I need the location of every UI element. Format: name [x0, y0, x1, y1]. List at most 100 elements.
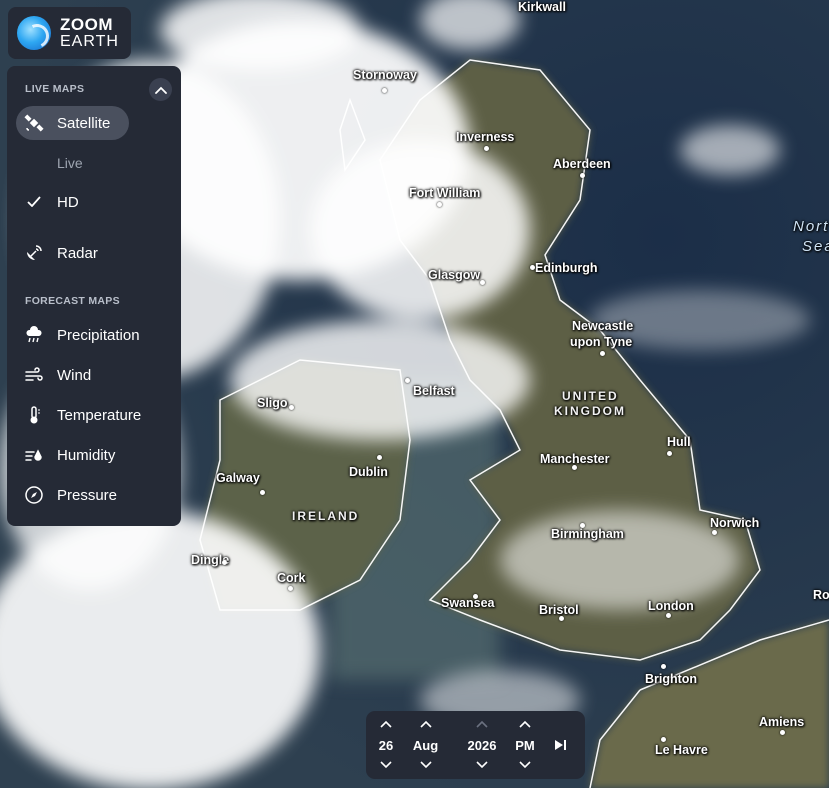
place-swansea: Swansea: [441, 596, 495, 610]
place-kirkwall: Kirkwall: [518, 0, 566, 14]
place-manchester: Manchester: [540, 452, 610, 466]
place-dot: [484, 146, 489, 151]
wind-icon: [23, 364, 45, 386]
temperature-label: Temperature: [57, 406, 142, 424]
place-brighton: Brighton: [645, 672, 698, 686]
map-layers-panel: LIVE MAPS Satellite Live HD Radar FORECA…: [7, 66, 181, 526]
humidity-label: Humidity: [57, 446, 116, 464]
humidity-icon: [23, 444, 45, 466]
place-hull: Hull: [667, 435, 691, 449]
logo-line-1: ZOOM: [60, 15, 113, 34]
layer-humidity[interactable]: Humidity: [16, 438, 115, 472]
day-value: 26: [378, 738, 394, 753]
place-dot: [382, 88, 387, 93]
place-cork: Cork: [277, 571, 306, 585]
place-le-havre: Le Havre: [655, 743, 708, 757]
place-dot: [288, 586, 293, 591]
thermometer-icon: [23, 404, 45, 426]
ampm-up-chevron-icon[interactable]: [518, 719, 532, 729]
place-newcastle-2: upon Tyne: [570, 335, 633, 349]
layer-precipitation[interactable]: Precipitation: [16, 318, 140, 352]
place-bristol: Bristol: [539, 603, 579, 617]
month-up-chevron-icon[interactable]: [419, 719, 433, 729]
zoom-earth-logo[interactable]: ZOOM EARTH: [8, 7, 131, 59]
place-inverness: Inverness: [456, 130, 515, 144]
place-dot: [480, 280, 485, 285]
place-dot: [377, 455, 382, 460]
place-dot: [667, 451, 672, 456]
place-dot: [289, 405, 294, 410]
place-dot: [661, 664, 666, 669]
skip-to-latest-icon[interactable]: [552, 737, 568, 753]
date-time-selector: 26 Aug 2026 PM: [366, 711, 585, 779]
satellite-label: Satellite: [57, 114, 111, 132]
year-picker: 2026: [462, 711, 502, 779]
chevron-up-icon: [154, 86, 167, 94]
place-dot: [437, 202, 442, 207]
place-dot: [661, 737, 666, 742]
layer-wind[interactable]: Wind: [16, 358, 91, 392]
place-glasgow: Glasgow: [428, 268, 481, 282]
checkmark-icon: [27, 194, 45, 211]
place-birmingham: Birmingham: [551, 527, 624, 541]
logo-text: ZOOM EARTH: [60, 16, 119, 50]
month-value: Aug: [412, 738, 439, 753]
live-maps-header: LIVE MAPS: [25, 83, 85, 95]
place-london: London: [648, 599, 694, 613]
layer-radar[interactable]: Radar: [16, 236, 98, 270]
place-dot: [666, 613, 671, 618]
radar-icon: [23, 242, 45, 264]
logo-line-2: EARTH: [60, 33, 119, 50]
day-down-chevron-icon[interactable]: [379, 760, 393, 770]
day-up-chevron-icon[interactable]: [379, 719, 393, 729]
globe-logo-icon: [17, 16, 51, 50]
country-label-uk-2: KINGDOM: [554, 404, 626, 418]
country-label-uk-1: UNITED: [562, 389, 619, 403]
place-dot: [530, 265, 535, 270]
ampm-picker: PM: [511, 711, 539, 779]
place-newcastle-1: Newcastle: [572, 319, 634, 333]
place-amiens: Amiens: [759, 715, 805, 729]
pressure-label: Pressure: [57, 486, 118, 504]
layer-satellite[interactable]: Satellite: [16, 106, 129, 140]
place-dot: [600, 351, 605, 356]
place-aberdeen: Aberdeen: [553, 157, 611, 171]
place-dot: [580, 173, 585, 178]
year-down-chevron-icon[interactable]: [475, 760, 489, 770]
place-dot: [559, 616, 564, 621]
radar-label: Radar: [57, 244, 98, 262]
hd-label: HD: [57, 194, 79, 211]
sea-label-north: Nort: [793, 218, 829, 235]
layer-option-hd[interactable]: HD: [27, 194, 79, 211]
place-sligo: Sligo: [257, 396, 288, 410]
layer-option-live[interactable]: Live: [57, 155, 83, 171]
wind-label: Wind: [57, 366, 92, 384]
ampm-down-chevron-icon[interactable]: [518, 760, 532, 770]
collapse-panel-button[interactable]: [149, 78, 172, 101]
rain-cloud-icon: [23, 324, 45, 346]
layer-temperature[interactable]: Temperature: [16, 398, 141, 432]
year-value: 2026: [467, 738, 497, 753]
place-dot: [572, 465, 577, 470]
place-dot: [260, 490, 265, 495]
sea-label-sea: Sea: [802, 238, 829, 255]
place-belfast: Belfast: [413, 384, 455, 398]
layer-pressure[interactable]: Pressure: [16, 478, 117, 512]
place-norwich: Norwich: [710, 516, 760, 530]
place-dot: [780, 730, 785, 735]
place-dot: [580, 523, 585, 528]
month-down-chevron-icon[interactable]: [419, 760, 433, 770]
year-up-chevron-icon: [476, 720, 488, 728]
place-ro: Ro: [813, 588, 829, 602]
day-picker: 26: [372, 711, 400, 779]
place-dot: [405, 378, 410, 383]
place-galway: Galway: [216, 471, 260, 485]
place-dublin: Dublin: [349, 465, 388, 479]
place-stornoway: Stornoway: [353, 68, 417, 82]
country-label-ireland: IRELAND: [292, 509, 360, 523]
month-picker: Aug: [408, 711, 443, 779]
forecast-maps-header: FORECAST MAPS: [25, 295, 120, 307]
precipitation-label: Precipitation: [57, 326, 140, 344]
compass-gauge-icon: [23, 484, 45, 506]
satellite-icon: [23, 112, 45, 134]
